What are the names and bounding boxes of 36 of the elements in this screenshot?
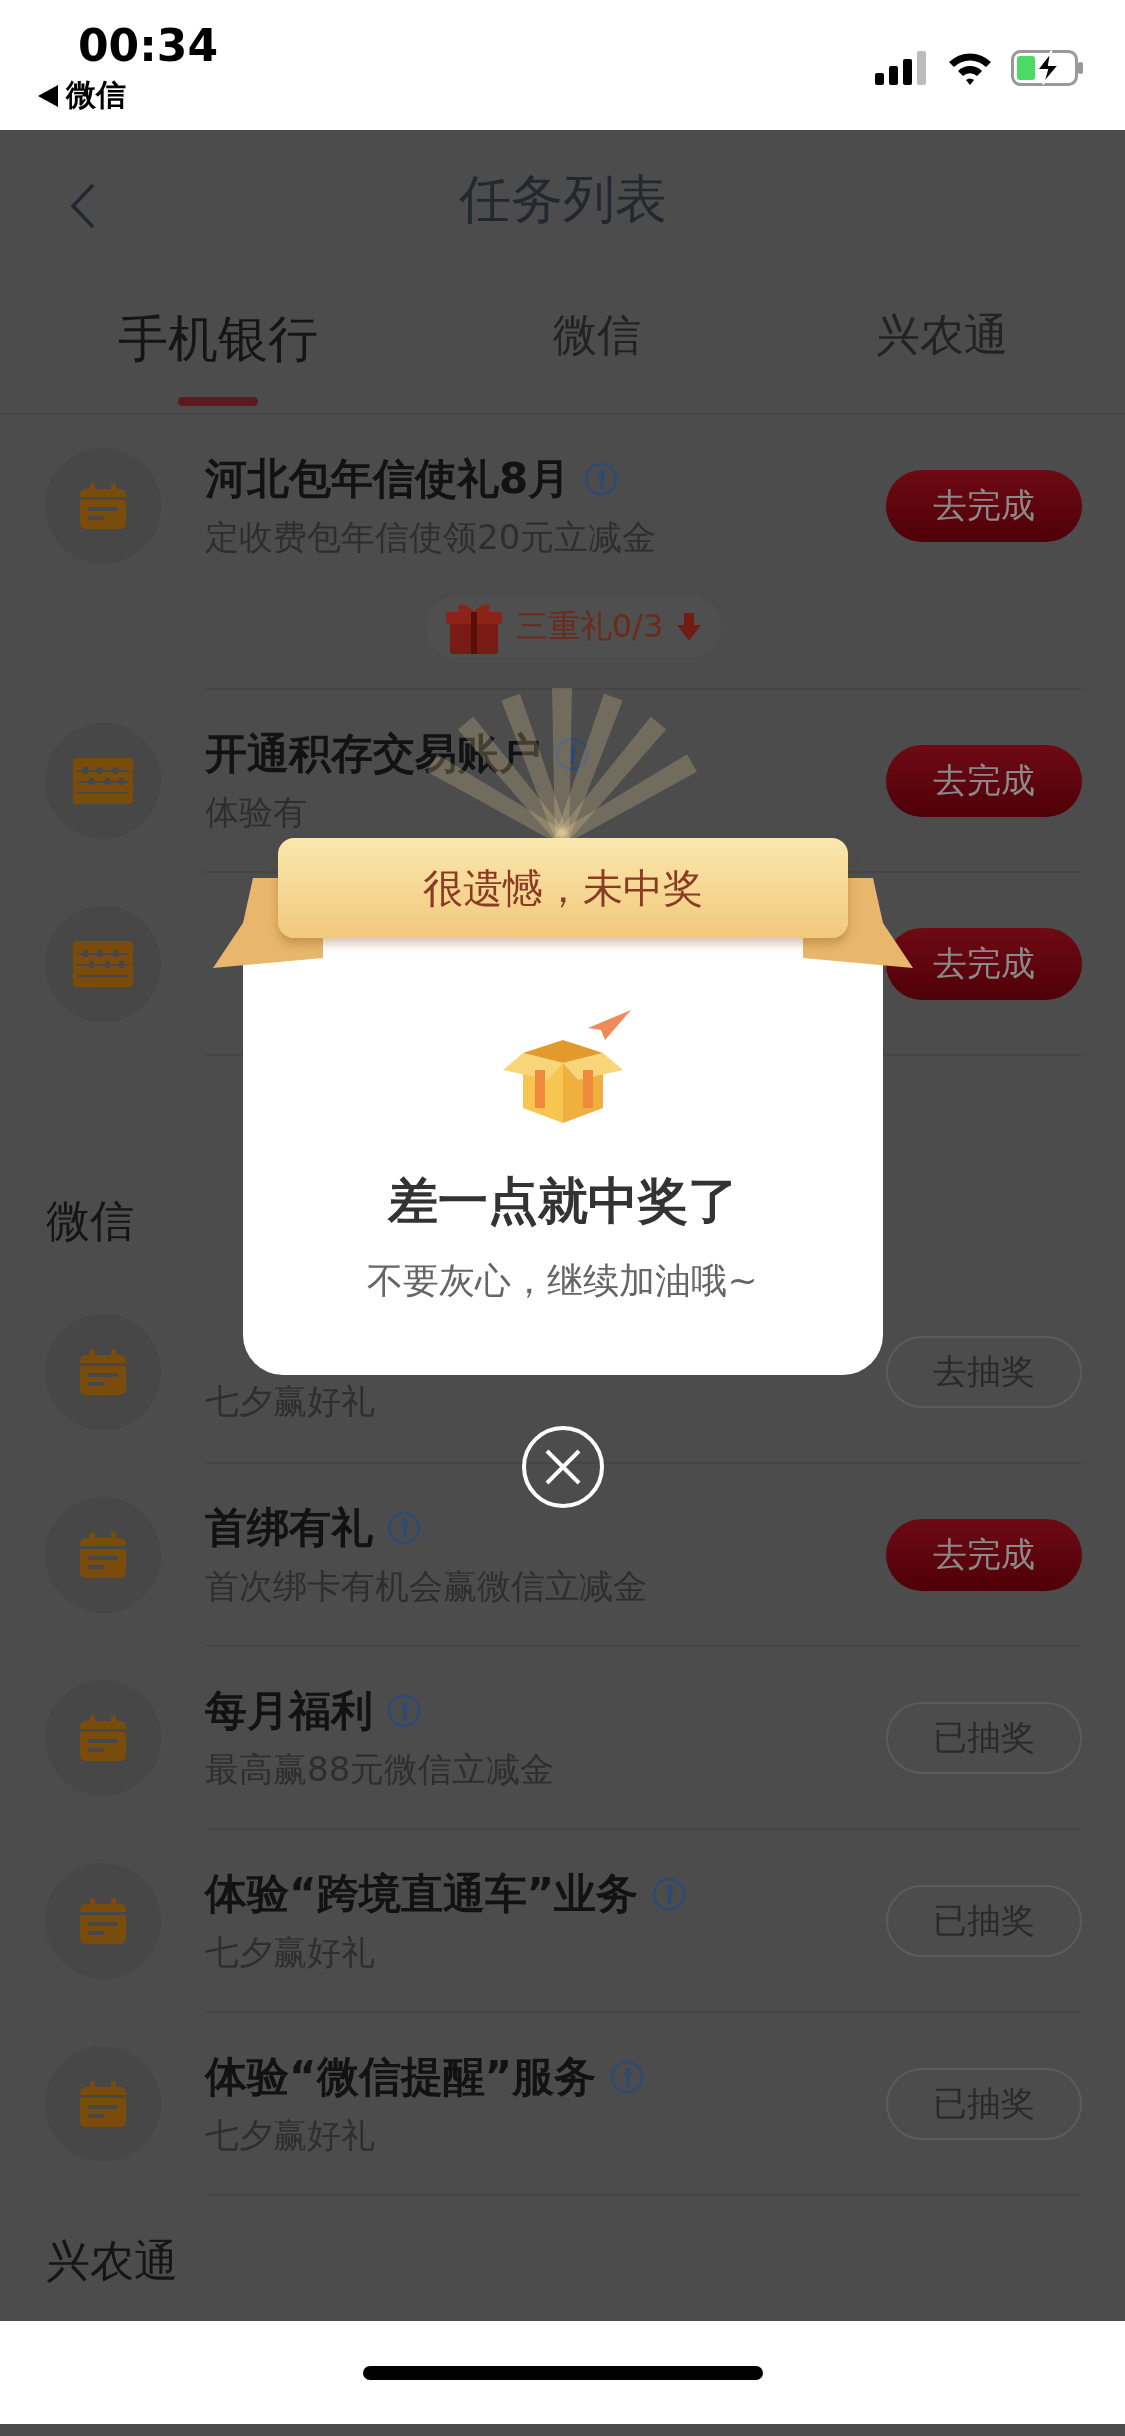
down-arrow-icon <box>677 613 702 641</box>
task-title: 体验“跨境直通车”业务 <box>205 1867 639 1920</box>
task-action-button[interactable]: 去完成 <box>886 927 1082 1000</box>
dialog-message: 不要灰心，继续加油哦~ <box>367 1259 758 1303</box>
task-action-button[interactable]: 去完成 <box>886 1518 1082 1591</box>
dialog-title: 差一点就中奖了 <box>387 1171 738 1232</box>
result-banner: 很遗憾，未中奖 <box>277 838 848 938</box>
abacus-icon <box>73 757 133 804</box>
info-icon[interactable] <box>652 1876 687 1911</box>
battery-charging-icon <box>1011 50 1085 86</box>
info-icon[interactable] <box>610 2059 645 2094</box>
status-time: 00:34 <box>78 20 219 71</box>
task-title: 河北包年信使礼8月 <box>205 452 571 505</box>
close-button[interactable] <box>520 1425 605 1509</box>
calendar-icon <box>78 1895 128 1946</box>
chevron-left-icon <box>70 182 96 230</box>
calendar-icon <box>78 480 128 531</box>
info-icon[interactable] <box>584 461 619 496</box>
calendar-icon <box>78 1712 128 1763</box>
wifi-icon <box>947 51 993 85</box>
info-icon[interactable] <box>387 1693 421 1728</box>
info-icon[interactable] <box>387 1510 421 1545</box>
task-title: 开通积存交易账户 <box>205 727 541 780</box>
calendar-icon <box>78 1529 128 1580</box>
task-action-button[interactable]: 去完成 <box>886 744 1082 817</box>
back-triangle-icon[interactable] <box>38 84 58 107</box>
task-action-button[interactable]: 去完成 <box>886 469 1082 542</box>
task-title: 首绑有礼 <box>205 1501 373 1554</box>
signal-icon <box>875 51 929 85</box>
back-to-app-link[interactable]: 微信 <box>66 75 126 116</box>
abacus-icon <box>73 940 133 987</box>
task-title: 每月福利 <box>205 1684 373 1737</box>
info-icon[interactable] <box>555 736 589 771</box>
task-title: 体验“微信提醒”服务 <box>205 2050 597 2103</box>
calendar-icon <box>78 2078 128 2129</box>
calendar-icon <box>78 1346 128 1397</box>
